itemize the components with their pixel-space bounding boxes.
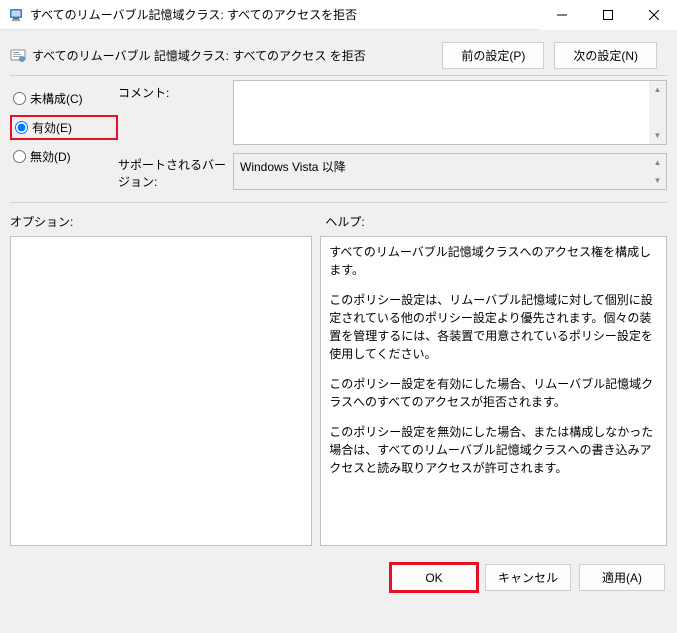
comment-field-wrap: ▲ ▼ [233, 80, 667, 145]
config-section: 未構成(C) 有効(E) 無効(D) コメント: サポートされるバージョン: ▲… [0, 76, 677, 202]
panel-labels: オプション: ヘルプ: [0, 203, 677, 236]
options-panel [10, 236, 312, 546]
radio-disabled-input[interactable] [13, 150, 26, 163]
minimize-button[interactable] [539, 0, 585, 30]
policy-icon [8, 7, 24, 23]
radio-not-configured-input[interactable] [13, 92, 26, 105]
radio-enabled-input[interactable] [15, 121, 28, 134]
supported-input [234, 154, 666, 186]
apply-button[interactable]: 適用(A) [579, 564, 665, 591]
footer-buttons: OK キャンセル 適用(A) [0, 556, 677, 599]
comment-input[interactable] [234, 81, 666, 141]
help-label: ヘルプ: [325, 213, 364, 230]
help-text: このポリシー設定を有効にした場合、リムーバブル記憶域クラスへのすべてのアクセスが… [329, 375, 658, 411]
scrollbar[interactable]: ▲ ▼ [649, 81, 666, 144]
help-text: このポリシー設定は、リムーバブル記憶域に対して個別に設定されている他のポリシー設… [329, 291, 658, 363]
scroll-down-icon[interactable]: ▼ [649, 127, 666, 144]
radio-label: 未構成(C) [30, 90, 83, 107]
radio-disabled[interactable]: 無効(D) [10, 146, 118, 167]
maximize-button[interactable] [585, 0, 631, 30]
window-title: すべてのリムーバブル記憶域クラス: すべてのアクセスを拒否 [30, 6, 539, 23]
scrollbar[interactable]: ▲ ▼ [649, 154, 666, 189]
scroll-down-icon[interactable]: ▼ [649, 172, 666, 189]
help-panel: すべてのリムーバブル記憶域クラスへのアクセス権を構成します。 このポリシー設定は… [320, 236, 667, 546]
close-button[interactable] [631, 0, 677, 30]
policy-icon [10, 48, 26, 64]
titlebar: すべてのリムーバブル記憶域クラス: すべてのアクセスを拒否 [0, 0, 677, 30]
radio-enabled[interactable]: 有効(E) [10, 115, 118, 140]
radio-not-configured[interactable]: 未構成(C) [10, 88, 118, 109]
content-panels: すべてのリムーバブル記憶域クラスへのアクセス権を構成します。 このポリシー設定は… [0, 236, 677, 556]
supported-label: サポートされるバージョン: [118, 148, 233, 190]
ok-button[interactable]: OK [391, 564, 477, 591]
header-row: すべてのリムーバブル 記憶域クラス: すべてのアクセス を拒否 前の設定(P) … [0, 30, 677, 75]
next-setting-button[interactable]: 次の設定(N) [554, 42, 657, 69]
help-text: すべてのリムーバブル記憶域クラスへのアクセス権を構成します。 [329, 243, 658, 279]
supported-field-wrap: ▲ ▼ [233, 153, 667, 190]
window-buttons [539, 0, 677, 30]
scroll-up-icon[interactable]: ▲ [649, 154, 666, 171]
help-text: このポリシー設定を無効にした場合、または構成しなかった場合は、すべてのリムーバブ… [329, 423, 658, 477]
cancel-button[interactable]: キャンセル [485, 564, 571, 591]
prev-setting-button[interactable]: 前の設定(P) [442, 42, 544, 69]
radio-label: 有効(E) [32, 119, 72, 136]
policy-title: すべてのリムーバブル 記憶域クラス: すべてのアクセス を拒否 [32, 47, 442, 64]
state-radio-group: 未構成(C) 有効(E) 無効(D) [10, 88, 118, 167]
scroll-up-icon[interactable]: ▲ [649, 81, 666, 98]
options-label: オプション: [10, 213, 325, 230]
radio-label: 無効(D) [30, 148, 71, 165]
comment-label: コメント: [118, 82, 233, 148]
